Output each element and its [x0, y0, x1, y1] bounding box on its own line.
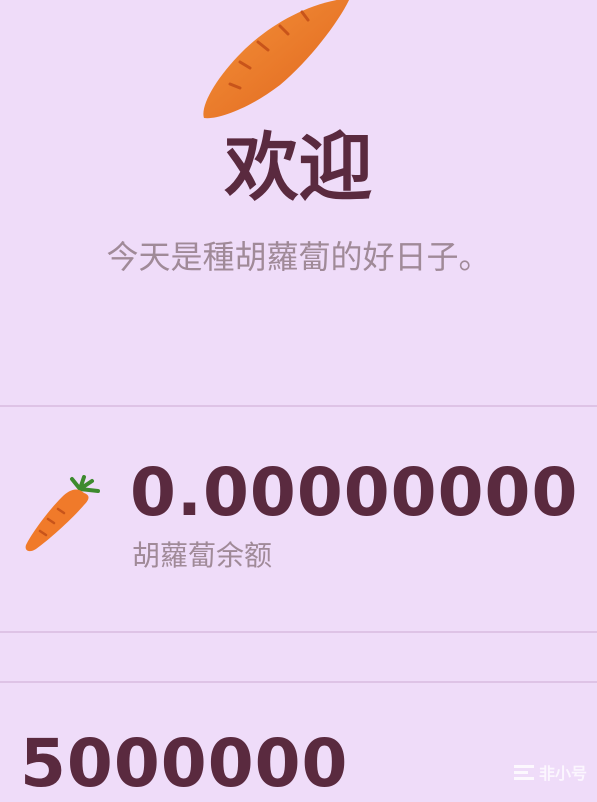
welcome-subtitle: 今天是種胡蘿蔔的好日子。	[106, 238, 491, 276]
balance-card[interactable]: 0.00000000 胡蘿蔔余额	[0, 407, 597, 631]
balance-label: 胡蘿蔔余额	[132, 539, 273, 572]
page-title: 欢迎	[224, 125, 373, 211]
carrot-icon	[190, 0, 360, 130]
watermark-logo-icon	[513, 765, 534, 780]
divider	[0, 631, 597, 633]
carrot-icon	[18, 475, 104, 561]
secondary-value: 5000000	[20, 725, 349, 802]
balance-value: 0.00000000	[130, 454, 579, 531]
watermark: 非小号	[513, 760, 587, 784]
watermark-text: 非小号	[538, 764, 587, 783]
divider	[0, 681, 597, 683]
